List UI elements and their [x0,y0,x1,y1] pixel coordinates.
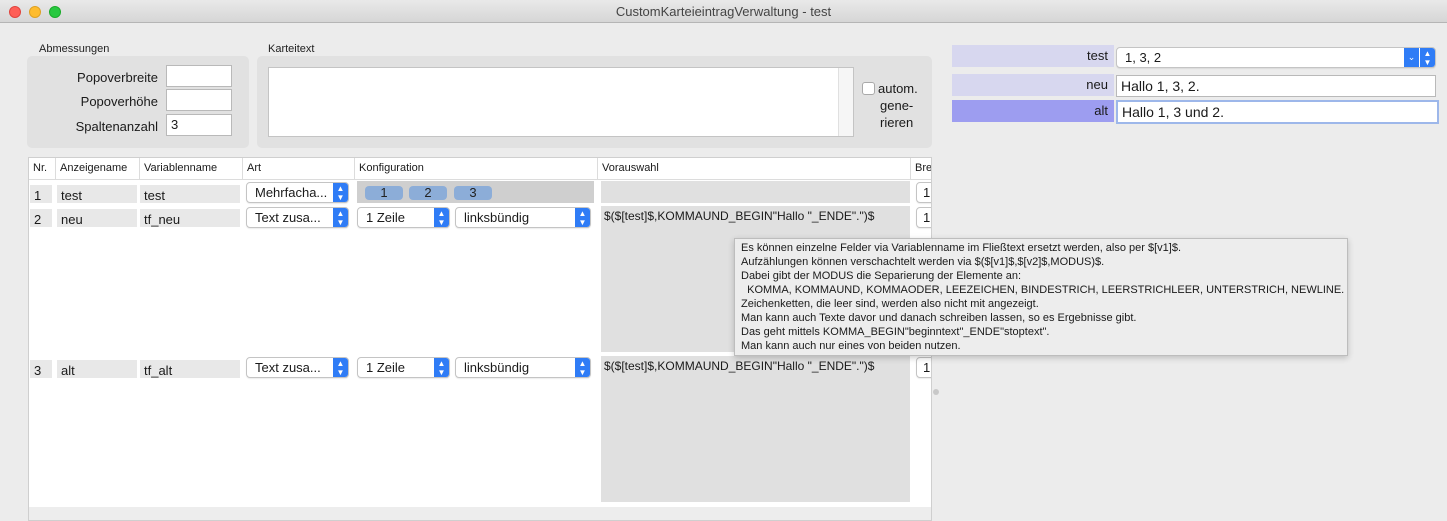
row2-nr: 2 [30,209,52,227]
table-footer [29,507,931,520]
updown-chevron-icon: ▲ ▼ [333,358,348,377]
row1-chip-1[interactable]: 1 [365,186,403,200]
tooltip-line: Es können einzelne Felder via Variablenn… [741,242,1182,254]
header-variablenname[interactable]: Variablenname [140,158,243,180]
row2-zeilen-popup[interactable]: 1 Zeile ▲ ▼ [357,207,450,228]
vorauswahl-tooltip: Es können einzelne Felder via Variablenn… [734,238,1348,356]
row1-chip-2[interactable]: 2 [409,186,447,200]
preview-neu-label: neu [952,74,1114,96]
row3-art-popup[interactable]: Text zusa... ▲ ▼ [246,357,349,378]
popoverbreite-field[interactable] [166,65,232,87]
tooltip-line: Man kann auch Texte davor und danach sch… [741,312,1137,324]
header-breite[interactable]: Bre [911,158,931,180]
preview-test-value: 1, 3, 2 [1125,50,1162,65]
row3-art-value: Text zusa... [255,360,321,375]
preview-test-label: test [952,45,1114,67]
updown-chevron-icon: ▲ ▼ [575,208,590,227]
row3-ausrichtung-value: linksbündig [464,360,530,375]
preview-neu-field[interactable]: Hallo 1, 3, 2. [1116,75,1436,97]
popoverhoehe-field[interactable] [166,89,232,111]
preview-test-popup[interactable]: 1, 3, 2 ⌄ ▲ ▼ [1116,47,1436,68]
row3-nr: 3 [30,360,52,378]
updown-chevron-icon: ▲ ▼ [434,358,449,377]
karteitext-scrollbar[interactable] [838,68,853,136]
tooltip-line: Man kann auch nur eines von beiden nutze… [741,340,961,352]
row3-vorauswahl[interactable]: $($[test]$,KOMMAUND_BEGIN"Hallo "_ENDE".… [601,356,910,502]
updown-chevron-icon: ▲ ▼ [434,208,449,227]
chevron-down-icon: ⌄ [1404,48,1420,67]
title-bar: CustomKarteieintragVerwaltung - test [0,0,1447,23]
row2-ausrichtung-value: linksbündig [464,210,530,225]
row1-nr: 1 [30,185,52,203]
header-konfiguration[interactable]: Konfiguration [355,158,598,180]
tooltip-line: KOMMA, KOMMAUND, KOMMAODER, LEEZEICHEN, … [741,284,1345,296]
karteitext-label: Karteitext [268,43,315,55]
row1-vorauswahl[interactable] [601,181,910,203]
preview-alt-label: alt [952,100,1114,122]
abmessungen-label: Abmessungen [39,43,110,55]
karteitext-area[interactable] [268,67,854,137]
header-anzeigename[interactable]: Anzeigename [56,158,140,180]
row1-anzeigename[interactable]: test [57,185,137,203]
window-title: CustomKarteieintragVerwaltung - test [615,4,832,19]
row2-variablenname[interactable]: tf_neu [140,209,240,227]
row1-breite[interactable]: 1 [916,182,931,203]
header-vorauswahl[interactable]: Vorauswahl [598,158,911,180]
tooltip-line: Das geht mittels KOMMA_BEGIN"beginntext"… [741,326,1050,338]
spaltenanzahl-label: Spaltenanzahl [75,119,158,134]
row3-anzeigename[interactable]: alt [57,360,137,378]
auto-generate-label-1: autom. [878,81,918,96]
row3-breite[interactable]: 1 [916,357,931,378]
preview-alt-field[interactable]: Hallo 1, 3 und 2. [1116,100,1439,124]
row3-variablenname[interactable]: tf_alt [140,360,240,378]
updown-chevron-icon: ▲ ▼ [575,358,590,377]
tooltip-line: Zeichenketten, die leer sind, werden als… [741,298,1039,310]
auto-generate-label-3: rieren [880,115,914,130]
row3-zeilen-value: 1 Zeile [366,360,406,375]
header-nr[interactable]: Nr. [29,158,56,180]
updown-chevron-icon: ▲ ▼ [1420,48,1435,67]
row2-ausrichtung-popup[interactable]: linksbündig ▲ ▼ [455,207,591,228]
row3-ausrichtung-popup[interactable]: linksbündig ▲ ▼ [455,357,591,378]
popoverbreite-label: Popoverbreite [77,70,158,85]
updown-chevron-icon: ▲ ▼ [333,208,348,227]
auto-generate-label-2: gene- [880,98,914,113]
tooltip-line: Dabei gibt der MODUS die Separierung der… [741,270,1022,282]
row2-art-value: Text zusa... [255,210,321,225]
row1-art-value: Mehrfacha... [255,185,328,200]
row2-anzeigename[interactable]: neu [57,209,137,227]
row1-chip-3[interactable]: 3 [454,186,492,200]
row1-art-popup[interactable]: Mehrfacha... ▲ ▼ [246,182,349,203]
row2-breite[interactable]: 1 [916,207,931,228]
row1-variablenname[interactable]: test [140,185,240,203]
updown-chevron-icon: ▲ ▼ [333,183,348,202]
tooltip-line: Aufzählungen können verschachtelt werden… [741,256,1105,268]
split-handle[interactable] [933,389,939,395]
auto-generate-checkbox[interactable] [862,82,875,95]
row3-zeilen-popup[interactable]: 1 Zeile ▲ ▼ [357,357,450,378]
header-art[interactable]: Art [243,158,355,180]
row2-art-popup[interactable]: Text zusa... ▲ ▼ [246,207,349,228]
spaltenanzahl-field[interactable]: 3 [166,114,232,136]
popoverhoehe-label: Popoverhöhe [80,94,158,109]
row2-zeilen-value: 1 Zeile [366,210,406,225]
